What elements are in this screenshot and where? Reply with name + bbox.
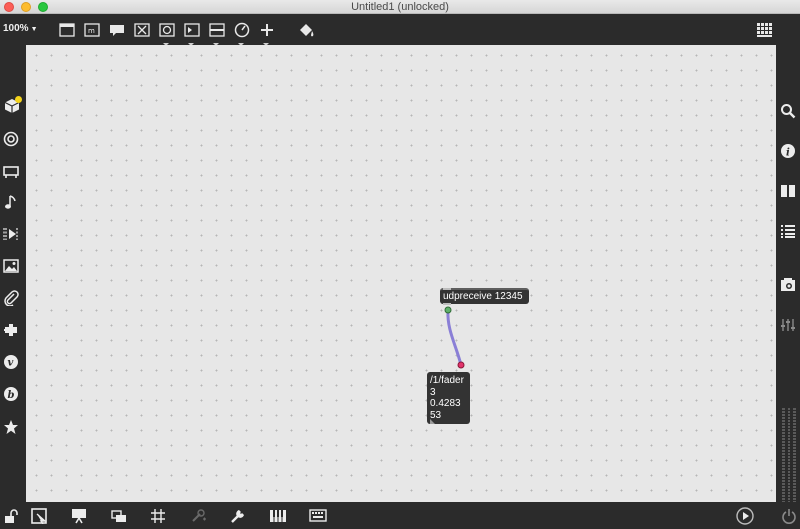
zoom-level: 100%: [3, 23, 29, 34]
wrench-icon[interactable]: [229, 507, 247, 525]
max-patcher-window: Untitled1 (unlocked) 100% ▼ m v b udprec…: [0, 0, 800, 529]
message-corner-marker: [430, 419, 435, 424]
b-icon[interactable]: b: [1, 384, 21, 404]
snapshot-icon[interactable]: [778, 275, 798, 295]
stage-icon[interactable]: [1, 161, 21, 181]
debug-icon[interactable]: [189, 507, 207, 525]
message-line: 0.4283: [430, 398, 461, 409]
zoom-menu[interactable]: 100% ▼: [3, 23, 38, 34]
plugin-icon[interactable]: [1, 320, 21, 340]
svg-text:i: i: [786, 148, 790, 159]
object-outlet[interactable]: [443, 303, 451, 305]
window-title: Untitled1 (unlocked): [351, 1, 449, 13]
message-line: /1/fader: [430, 375, 464, 386]
power-icon[interactable]: [780, 507, 798, 525]
notification-badge: [15, 96, 22, 103]
image-icon[interactable]: [1, 256, 21, 276]
comment-icon[interactable]: [108, 21, 126, 39]
audio-level-meter: [782, 408, 797, 502]
udpreceive-text: udpreceive 12345: [443, 291, 523, 302]
grid-icon[interactable]: [149, 507, 167, 525]
slider-icon[interactable]: [208, 21, 226, 46]
message-line: 3: [430, 386, 436, 398]
patcher-canvas[interactable]: [26, 45, 776, 502]
object-box-icon[interactable]: m: [83, 21, 101, 39]
udpreceive-object[interactable]: udpreceive 12345: [440, 288, 529, 305]
play-icon[interactable]: [736, 507, 754, 525]
info-icon[interactable]: i: [778, 141, 798, 161]
add-object-icon[interactable]: [258, 21, 276, 46]
dial-icon[interactable]: [233, 21, 251, 46]
grid-menu-icon[interactable]: [756, 21, 774, 39]
music-note-icon[interactable]: [1, 192, 21, 212]
paperclip-icon[interactable]: [1, 288, 21, 308]
svg-text:v: v: [8, 358, 14, 369]
title-bar: Untitled1 (unlocked): [0, 0, 800, 14]
mixer-icon[interactable]: [778, 315, 798, 335]
number-box-icon[interactable]: [183, 21, 201, 46]
toggle-icon[interactable]: [133, 21, 151, 39]
cube-icon[interactable]: [2, 96, 22, 116]
presentation-window-icon[interactable]: [58, 21, 76, 39]
svg-text:b: b: [8, 390, 15, 401]
list-icon[interactable]: [778, 221, 798, 241]
reference-book-icon[interactable]: [778, 181, 798, 201]
video-icon[interactable]: [1, 224, 21, 244]
message-box[interactable]: /1/fader 3 0.4283 53: [427, 372, 470, 424]
keyboard-icon[interactable]: [269, 507, 287, 525]
left-sidebar: v b: [0, 45, 26, 502]
lock-icon[interactable]: [3, 507, 21, 525]
svg-text:m: m: [88, 27, 95, 35]
window-stack-icon[interactable]: [110, 507, 128, 525]
search-icon[interactable]: [778, 101, 798, 121]
star-icon[interactable]: [1, 417, 21, 437]
clue-icon[interactable]: [309, 507, 327, 525]
v-icon[interactable]: v: [1, 352, 21, 372]
presentation-icon[interactable]: [70, 507, 88, 525]
top-toolbar: 100% ▼ m: [0, 14, 800, 46]
edit-mode-icon[interactable]: [30, 507, 48, 525]
chevron-down-icon: ▼: [30, 26, 38, 33]
button-object-icon[interactable]: [158, 21, 176, 46]
audio-icon[interactable]: [1, 129, 21, 149]
message-line: 53: [430, 409, 442, 421]
paint-bucket-icon[interactable]: [298, 21, 316, 39]
object-inlet[interactable]: [443, 288, 451, 290]
